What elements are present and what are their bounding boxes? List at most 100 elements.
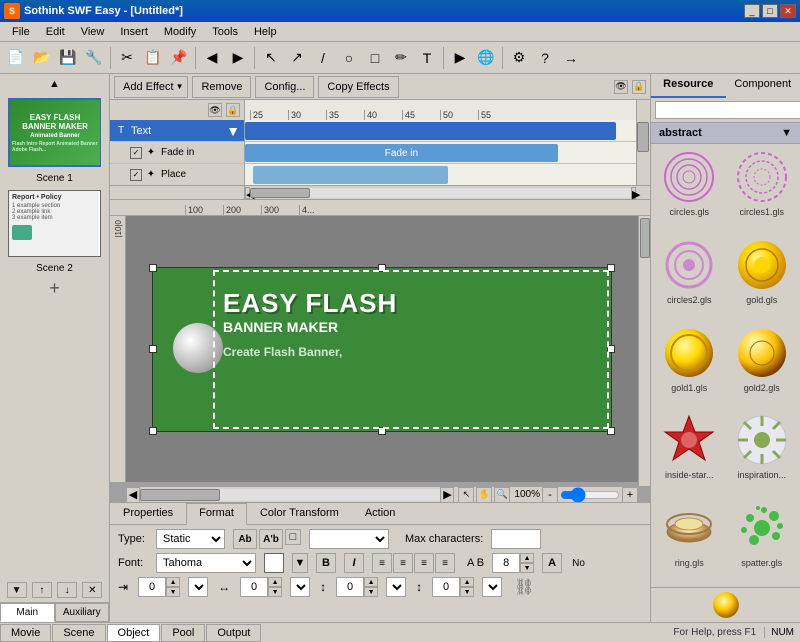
new-button[interactable]: 📄 <box>4 46 28 70</box>
scene-delete-button[interactable]: ✕ <box>82 582 102 598</box>
canvas-stage[interactable]: EASY FLASH BANNER MAKER Create Flash Ban… <box>152 267 612 432</box>
font-select[interactable]: Tahoma Arial <box>156 553 256 573</box>
canvas-vscroll-thumb[interactable] <box>640 218 650 258</box>
hscroll-bar[interactable] <box>250 188 631 198</box>
canvas-scrollbar-v[interactable] <box>638 216 650 486</box>
align-left-btn[interactable]: ≡ <box>372 553 392 573</box>
menu-view[interactable]: View <box>73 24 113 40</box>
canvas-container[interactable]: EASY FLASH BANNER MAKER Create Flash Ban… <box>126 216 638 482</box>
zoom-out-btn[interactable]: - <box>542 487 558 503</box>
handle-bm[interactable] <box>378 427 386 435</box>
tab-format[interactable]: Format <box>186 503 247 525</box>
pointer-tool[interactable]: ↗ <box>285 46 309 70</box>
bottom-tab-object[interactable]: Object <box>107 624 161 642</box>
resource-circles1[interactable]: circles1.gls <box>728 148 797 232</box>
copy-effects-button[interactable]: Copy Effects <box>318 76 398 98</box>
help-button[interactable]: ? <box>533 46 557 70</box>
bottom-tab-movie[interactable]: Movie <box>0 624 51 642</box>
margin-unit[interactable]: pt <box>386 577 406 597</box>
tab-color-transform[interactable]: Color Transform <box>247 503 352 524</box>
line-unit[interactable]: pt <box>482 577 502 597</box>
save-button[interactable]: 💾 <box>56 46 80 70</box>
timeline-hscroll-track[interactable]: ◀ ▶ <box>245 186 636 199</box>
canvas-hscroll-thumb[interactable] <box>140 489 220 501</box>
maximize-button[interactable]: □ <box>762 4 778 18</box>
undo-button[interactable]: ◀ <box>200 46 224 70</box>
zoom-in-btn[interactable]: + <box>622 487 638 503</box>
zoom-slider[interactable] <box>560 491 620 499</box>
place-check[interactable]: ✓ <box>130 169 142 181</box>
tab-component[interactable]: Component <box>726 74 800 98</box>
timeline-ctrl-lock[interactable]: 🔒 <box>226 103 240 117</box>
font-size-down[interactable]: ▼ <box>520 563 534 573</box>
timeline-ctrl-eye[interactable]: 👁 <box>208 103 222 117</box>
fadein-check[interactable]: ✓ <box>130 147 142 159</box>
format-select[interactable] <box>309 529 389 549</box>
spacing-input[interactable] <box>240 577 268 597</box>
spacing-up[interactable]: ▲ <box>268 577 282 587</box>
timeline-eye-icon[interactable]: 👁 <box>614 80 628 94</box>
handle-bl[interactable] <box>149 427 157 435</box>
add-scene-button[interactable]: + <box>0 276 109 300</box>
hscroll-thumb[interactable] <box>250 188 310 198</box>
extra-button[interactable]: → <box>559 46 583 70</box>
timeline-scroll-thumb[interactable] <box>637 122 649 152</box>
indent-unit[interactable]: pt <box>188 577 208 597</box>
cut-button[interactable]: ✂ <box>115 46 139 70</box>
oval-tool[interactable]: ○ <box>337 46 361 70</box>
canvas-hscroll-right[interactable]: ▶ <box>440 487 454 503</box>
remove-effect-button[interactable]: Remove <box>192 76 251 98</box>
nav-select-btn[interactable]: ↖ <box>458 487 474 503</box>
publish-button[interactable]: 🔧 <box>82 46 106 70</box>
format-ab-btn[interactable]: Ab <box>233 529 257 549</box>
font-color-btn[interactable]: ▼ <box>292 553 308 573</box>
config-button[interactable]: Config... <box>255 76 314 98</box>
handle-mr[interactable] <box>607 345 615 353</box>
layer-fadein[interactable]: ✓ ✦ Fade in <box>110 142 244 164</box>
paste-button[interactable]: 📌 <box>167 46 191 70</box>
resource-circles2[interactable]: circles2.gls <box>655 236 724 320</box>
select-tool[interactable]: ↖ <box>259 46 283 70</box>
format-checkbox[interactable]: □ <box>285 529 301 545</box>
indent-input[interactable] <box>138 577 166 597</box>
resource-circles[interactable]: circles.gls <box>655 148 724 232</box>
tab-action[interactable]: Action <box>352 503 409 524</box>
font-size-input[interactable] <box>492 553 520 573</box>
resource-gold[interactable]: gold.gls <box>728 236 797 320</box>
handle-tr[interactable] <box>607 264 615 272</box>
resource-spatter[interactable]: spatter.gls <box>728 499 797 583</box>
handle-ml[interactable] <box>149 345 157 353</box>
nav-zoom-btn[interactable]: 🔍 <box>494 487 510 503</box>
scene-collapse-button[interactable]: ▲ <box>45 74 65 94</box>
resource-gold1[interactable]: gold1.gls <box>655 324 724 408</box>
line-tool[interactable]: / <box>311 46 335 70</box>
timeline-frames[interactable]: Fade in <box>245 120 636 185</box>
text-frame-bar[interactable] <box>245 122 616 140</box>
menu-tools[interactable]: Tools <box>204 24 246 40</box>
indent-down[interactable]: ▼ <box>166 587 180 597</box>
settings-button[interactable]: ⚙ <box>507 46 531 70</box>
margin-down[interactable]: ▼ <box>364 587 378 597</box>
copy-button[interactable]: 📋 <box>141 46 165 70</box>
tab-resource[interactable]: Resource <box>651 74 726 98</box>
preview-button[interactable]: 🌐 <box>474 46 498 70</box>
resource-gold2[interactable]: gold2.gls <box>728 324 797 408</box>
font-size-up[interactable]: ▲ <box>520 553 534 563</box>
font-scale-btn[interactable]: A <box>542 553 562 573</box>
line-up[interactable]: ▲ <box>460 577 474 587</box>
margin-up[interactable]: ▲ <box>364 577 378 587</box>
nav-hand-btn[interactable]: ✋ <box>476 487 492 503</box>
close-button[interactable]: ✕ <box>780 4 796 18</box>
font-color-picker[interactable] <box>264 553 284 573</box>
bottom-tab-scene[interactable]: Scene <box>52 624 105 642</box>
line-input[interactable] <box>432 577 460 597</box>
bottom-tab-pool[interactable]: Pool <box>161 624 205 642</box>
menu-help[interactable]: Help <box>246 24 285 40</box>
tab-auxiliary[interactable]: Auxiliary <box>55 603 110 622</box>
menu-modify[interactable]: Modify <box>156 24 204 40</box>
max-chars-input[interactable] <box>491 529 541 549</box>
bold-button[interactable]: B <box>316 553 336 573</box>
scene-up-button[interactable]: ↑ <box>32 582 52 598</box>
layer-text[interactable]: T Text ▼ <box>110 120 244 142</box>
spacing-unit[interactable]: pt <box>290 577 310 597</box>
